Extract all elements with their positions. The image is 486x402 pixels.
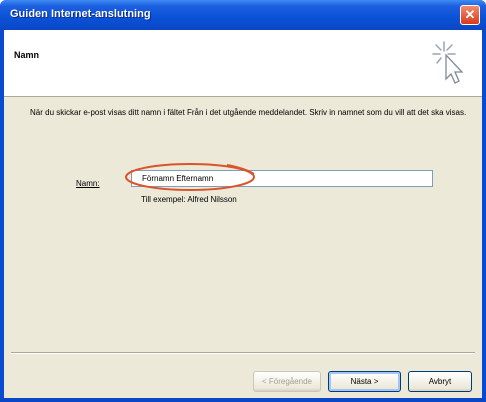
page-title: Namn <box>14 50 40 60</box>
wizard-window: Guiden Internet-anslutning ✕ Namn När du… <box>0 0 486 402</box>
name-label-text: Namn: <box>76 179 100 188</box>
next-button[interactable]: Nästa > <box>328 371 401 392</box>
close-icon: ✕ <box>464 7 476 22</box>
name-input[interactable] <box>131 170 433 187</box>
instruction-text: När du skickar e-post visas ditt namn i … <box>30 108 467 117</box>
back-button[interactable]: < Föregående <box>253 371 321 392</box>
wizard-body: När du skickar e-post visas ditt namn i … <box>4 97 482 352</box>
close-button[interactable]: ✕ <box>460 5 480 25</box>
example-text: Till exempel: Alfred Nilsson <box>141 195 237 204</box>
name-label: Namn: <box>76 179 100 188</box>
window-bottom-edge <box>0 398 486 402</box>
footer-divider <box>11 352 475 354</box>
wizard-cursor-icon <box>432 41 464 84</box>
window-title: Guiden Internet-anslutning <box>10 8 151 20</box>
title-bar[interactable]: Guiden Internet-anslutning ✕ <box>0 0 486 30</box>
wizard-client-area: Namn När du skickar e-post visas ditt na… <box>4 30 482 398</box>
wizard-header: Namn <box>4 30 482 97</box>
cancel-button[interactable]: Avbryt <box>408 371 472 392</box>
